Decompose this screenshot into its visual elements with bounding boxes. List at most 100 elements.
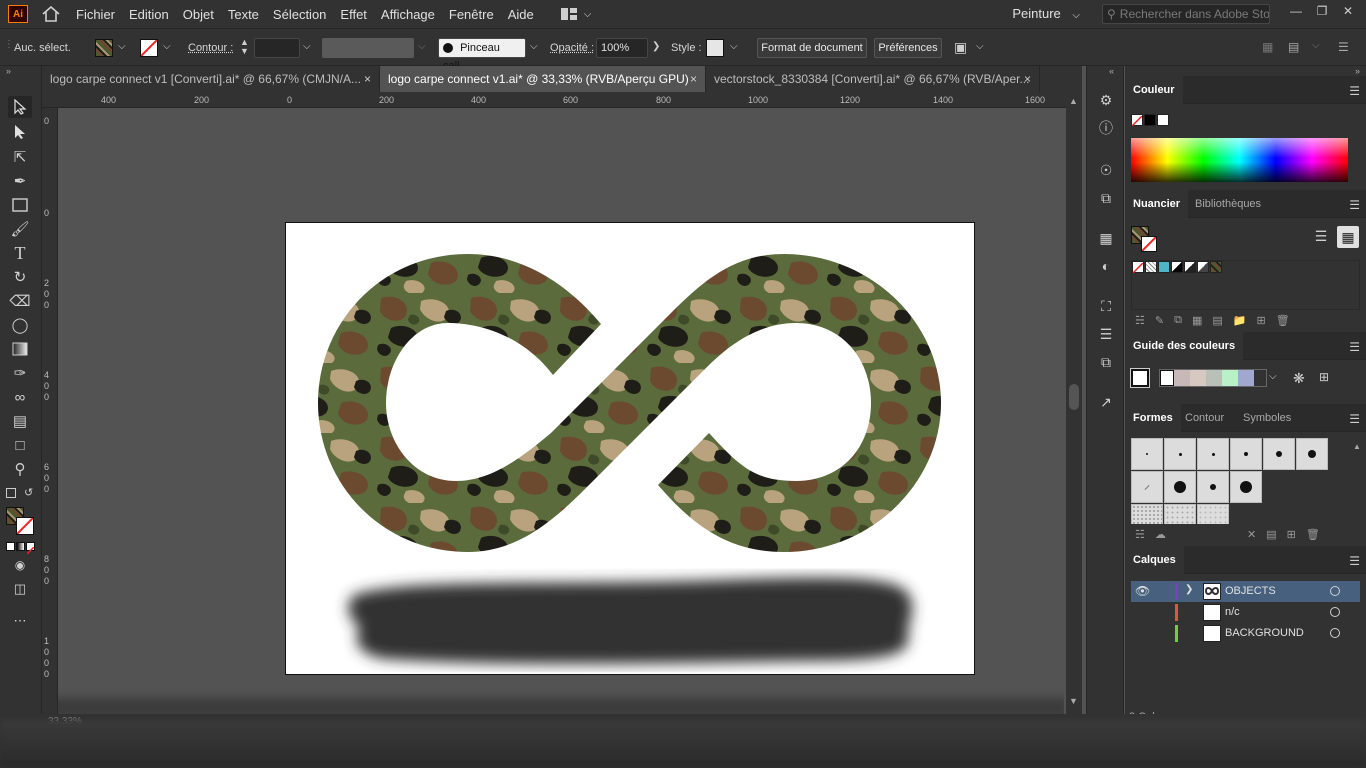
panel-menu-icon[interactable]: ☰ bbox=[1349, 554, 1360, 568]
stroke-label[interactable]: Contour : bbox=[188, 42, 233, 54]
menu-edition[interactable]: Edition bbox=[129, 7, 169, 22]
close-icon[interactable]: × bbox=[690, 66, 697, 92]
eraser-tool-icon[interactable]: ⌫ bbox=[8, 290, 32, 312]
gradient-icon[interactable]: ▦ bbox=[1096, 228, 1116, 248]
export-icon[interactable]: ↗ bbox=[1096, 392, 1116, 412]
tab-nuancier[interactable]: Nuancier bbox=[1125, 190, 1189, 218]
stroke-stepper[interactable]: ▲ ▼ bbox=[240, 38, 249, 56]
tab-document-1[interactable]: logo carpe connect v1 [Converti].ai* @ 6… bbox=[42, 66, 380, 92]
layer-row-background[interactable]: BACKGROUND bbox=[1131, 623, 1360, 644]
swatch-kind-icon[interactable]: ✎ bbox=[1155, 314, 1164, 327]
selection-tool-icon[interactable] bbox=[8, 96, 32, 118]
transform-icon[interactable]: ⛶ bbox=[1096, 296, 1116, 316]
camo-pattern-swatch[interactable] bbox=[1210, 261, 1222, 273]
new-swatch-icon[interactable]: ⊞ bbox=[1256, 314, 1265, 327]
color-spectrum[interactable] bbox=[1131, 138, 1348, 182]
remove-stroke-icon[interactable]: ✕ bbox=[1247, 528, 1256, 541]
scroll-thumb[interactable] bbox=[1069, 384, 1079, 410]
direct-selection-tool-icon[interactable] bbox=[8, 121, 32, 143]
chevron-down-icon[interactable]: ⌵ bbox=[418, 41, 426, 52]
target-icon[interactable] bbox=[1330, 607, 1340, 617]
new-folder-icon[interactable]: 📁 bbox=[1233, 314, 1247, 327]
vertical-ruler[interactable]: 0 0 2 0 0 4 0 0 6 0 0 8 0 0 1 0 0 0 bbox=[42, 108, 58, 714]
artboard[interactable] bbox=[285, 222, 975, 675]
brush-scrollbar[interactable]: ▲ bbox=[1353, 438, 1361, 524]
panel-menu-icon[interactable]: ☰ bbox=[1349, 84, 1360, 98]
chevron-down-icon[interactable]: ⌵ bbox=[303, 41, 311, 52]
stroke-swatch[interactable] bbox=[140, 39, 158, 57]
close-icon[interactable]: × bbox=[1024, 66, 1031, 92]
layer-name[interactable]: OBJECTS bbox=[1225, 585, 1276, 597]
opacity-label[interactable]: Opacité : bbox=[550, 42, 594, 54]
brush-preset[interactable] bbox=[1197, 471, 1229, 503]
panel-menu-icon[interactable]: ☰ bbox=[1349, 198, 1360, 212]
menu-selection[interactable]: Sélection bbox=[273, 7, 326, 22]
collapse-icon[interactable]: » bbox=[6, 66, 11, 76]
home-icon[interactable] bbox=[40, 4, 62, 24]
chevron-right-icon[interactable]: ❯ bbox=[652, 41, 660, 52]
brush-preset[interactable] bbox=[1164, 504, 1196, 524]
tab-document-3[interactable]: vectorstock_8330384 [Converti].ai* @ 66,… bbox=[706, 66, 1040, 92]
collapse-icon[interactable]: « bbox=[1109, 66, 1114, 76]
arrange-documents-button[interactable]: ⌵ bbox=[560, 7, 591, 21]
appearance-icon[interactable]: ☉ bbox=[1096, 160, 1116, 180]
menu-objet[interactable]: Objet bbox=[183, 7, 214, 22]
gradient-tool-icon[interactable] bbox=[8, 338, 32, 360]
default-colors-icon[interactable] bbox=[6, 488, 16, 498]
chevron-down-icon[interactable]: ⌵ bbox=[163, 41, 171, 52]
layer-name[interactable]: n/c bbox=[1225, 606, 1240, 618]
menu-affichage[interactable]: Affichage bbox=[381, 7, 435, 22]
base-color-chip[interactable] bbox=[1130, 368, 1150, 388]
settings-icon[interactable]: ⚙ bbox=[1096, 90, 1116, 110]
menu-effet[interactable]: Effet bbox=[340, 7, 367, 22]
menu-fichier[interactable]: Fichier bbox=[76, 7, 115, 22]
brush-preset[interactable] bbox=[1131, 471, 1163, 503]
restore-icon[interactable]: ❐ bbox=[1312, 4, 1332, 22]
scroll-up-icon[interactable]: ▲ bbox=[1069, 96, 1078, 106]
info-icon[interactable]: ⓘ bbox=[1096, 118, 1116, 138]
brush-preset[interactable] bbox=[1296, 438, 1328, 470]
layer-row-objects[interactable]: 👁 ❯ OBJECTS bbox=[1131, 581, 1360, 602]
rotate-tool-icon[interactable]: ↻ bbox=[8, 266, 32, 288]
horizontal-ruler[interactable]: 400 200 0 200 400 600 800 1000 1200 1400… bbox=[42, 92, 1082, 108]
stroke-swatch[interactable] bbox=[1141, 236, 1157, 252]
layers-panel-title[interactable]: Calques bbox=[1125, 546, 1184, 574]
target-icon[interactable] bbox=[1330, 628, 1340, 638]
panel-menu-icon[interactable]: ☰ bbox=[1349, 340, 1360, 354]
list-view-icon[interactable]: ☰ bbox=[1311, 228, 1331, 248]
library-icon[interactable]: ☵ bbox=[1135, 314, 1145, 327]
eyedropper-tool-icon[interactable]: ✑ bbox=[8, 362, 32, 384]
target-icon[interactable] bbox=[1330, 586, 1340, 596]
curvature-tool-icon[interactable]: ⇱ bbox=[8, 146, 32, 168]
more-tools-icon[interactable]: ⋯ bbox=[8, 610, 32, 632]
registration-swatch[interactable] bbox=[1145, 261, 1157, 273]
chevron-down-icon[interactable]: ⌵ bbox=[1312, 40, 1320, 51]
gray-swatch[interactable] bbox=[1171, 261, 1183, 273]
artboards-icon[interactable]: ⧉ bbox=[1096, 188, 1116, 208]
graphic-style-swatch[interactable] bbox=[706, 39, 724, 57]
chevron-down-icon[interactable]: ⌵ bbox=[118, 41, 126, 52]
paintbrush-tool-icon[interactable]: 🖌 bbox=[8, 218, 32, 240]
brush-preset[interactable] bbox=[1131, 504, 1163, 524]
none-swatch[interactable] bbox=[1132, 261, 1144, 274]
brush-preset[interactable] bbox=[1230, 438, 1262, 470]
swap-colors-icon[interactable]: ↺ bbox=[24, 486, 33, 499]
brush-preset[interactable] bbox=[1164, 471, 1196, 503]
brush-preset[interactable] bbox=[1164, 438, 1196, 470]
opacity-input[interactable]: 100% bbox=[596, 38, 648, 58]
none-color-chip[interactable] bbox=[1131, 114, 1143, 127]
minimize-icon[interactable]: — bbox=[1286, 4, 1306, 22]
pen-tool-icon[interactable]: ✒ bbox=[8, 170, 32, 192]
panel-menu-icon[interactable]: ☰ bbox=[1338, 40, 1349, 54]
none-mode-icon[interactable] bbox=[26, 542, 35, 555]
gradient-mode-icon[interactable] bbox=[16, 542, 25, 551]
color-panel-title[interactable]: Couleur bbox=[1125, 76, 1183, 104]
artboard-tool-icon[interactable]: □ bbox=[8, 434, 32, 456]
horizontal-scrollbar[interactable] bbox=[58, 698, 1064, 714]
brush-definition-select[interactable]: Pinceau call... bbox=[438, 38, 526, 72]
pattern-swatch[interactable] bbox=[1197, 261, 1209, 273]
grid-view-icon[interactable]: ▦ bbox=[1337, 226, 1359, 248]
document-setup-button[interactable]: Format de document bbox=[757, 38, 867, 58]
blend-tool-icon[interactable]: ∞ bbox=[8, 386, 32, 408]
transform-icon[interactable]: ▣ bbox=[954, 39, 967, 56]
